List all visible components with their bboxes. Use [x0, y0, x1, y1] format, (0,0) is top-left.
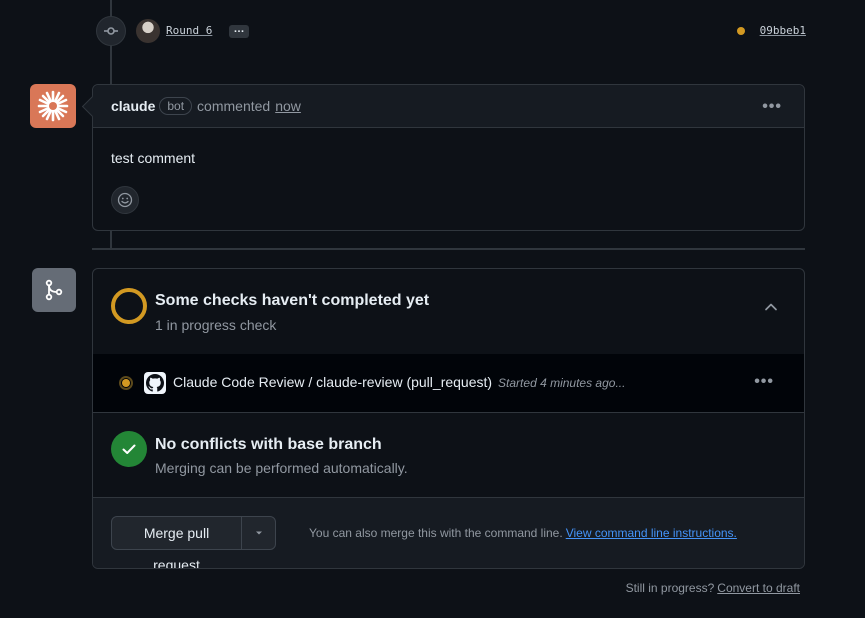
draft-prompt: Still in progress? Convert to draft [626, 581, 800, 595]
convert-to-draft-link[interactable]: Convert to draft [717, 581, 800, 595]
checks-pending-icon [111, 288, 147, 324]
conflicts-subtitle: Merging can be performed automatically. [155, 460, 408, 476]
checks-title: Some checks haven't completed yet [155, 292, 430, 309]
merge-button-group: Merge pull request [111, 516, 276, 568]
conflicts-title: No conflicts with base branch [155, 436, 382, 453]
comment-author[interactable]: claude [111, 98, 155, 114]
commit-row: Round 6 … 09bbeb1 [96, 16, 806, 46]
chevron-up-icon[interactable] [764, 300, 778, 314]
check-success-icon [111, 431, 147, 467]
check-run-options-kebab-icon[interactable]: ••• [754, 373, 774, 391]
claude-logo-icon [37, 90, 69, 122]
merge-method-dropdown-button[interactable] [242, 517, 275, 549]
check-run-status: Started 4 minutes ago... [498, 376, 626, 390]
comment-header: claude bot commented now ••• [93, 85, 804, 128]
draft-prompt-text: Still in progress? [625, 581, 715, 595]
merge-box: Some checks haven't completed yet 1 in p… [92, 268, 805, 569]
check-run-title: Claude Code Review / claude-review (pull… [173, 374, 493, 390]
comment-card: claude bot commented now ••• test commen… [92, 84, 805, 231]
commit-message-link[interactable]: Round 6 [166, 24, 212, 37]
comment-timestamp-link[interactable]: now [275, 98, 301, 114]
checks-summary[interactable]: Some checks haven't completed yet 1 in p… [93, 269, 804, 355]
add-reaction-button[interactable] [111, 186, 139, 214]
commit-expand-button[interactable]: … [229, 24, 249, 38]
smiley-icon [117, 192, 133, 208]
merge-hint: You can also merge this with the command… [309, 526, 737, 540]
comment-body: test comment [111, 150, 196, 166]
checks-subtitle: 1 in progress check [155, 317, 277, 333]
commit-sha-link[interactable]: 09bbeb1 [760, 24, 806, 37]
check-run-name[interactable]: Claude Code Review / claude-review (pull… [173, 374, 625, 390]
comment-action: commented [197, 98, 271, 114]
commit-author-avatar[interactable] [136, 19, 160, 43]
merge-hint-text: You can also merge this with the command… [309, 526, 563, 540]
merge-pull-request-button[interactable]: Merge pull request [112, 517, 242, 568]
timeline-line-middle [110, 231, 112, 248]
commit-status-pending-icon[interactable] [737, 27, 745, 35]
check-in-progress-icon [119, 376, 133, 390]
claude-avatar[interactable] [30, 84, 76, 128]
command-line-instructions-link[interactable]: View command line instructions. [566, 526, 737, 540]
merge-footer: Merge pull request You can also merge th… [93, 498, 804, 568]
check-run-row[interactable]: Claude Code Review / claude-review (pull… [93, 354, 804, 413]
git-commit-icon [96, 16, 126, 46]
github-logo-icon [144, 372, 166, 394]
timeline-divider [92, 248, 805, 250]
conflicts-section: No conflicts with base branch Merging ca… [93, 413, 804, 498]
triangle-down-icon [255, 531, 262, 535]
git-merge-icon [32, 268, 76, 312]
bot-badge: bot [159, 97, 193, 115]
comment-options-kebab-icon[interactable]: ••• [762, 98, 782, 116]
pr-timeline: Round 6 … 09bbeb1 claude bot commented n… [0, 0, 865, 618]
